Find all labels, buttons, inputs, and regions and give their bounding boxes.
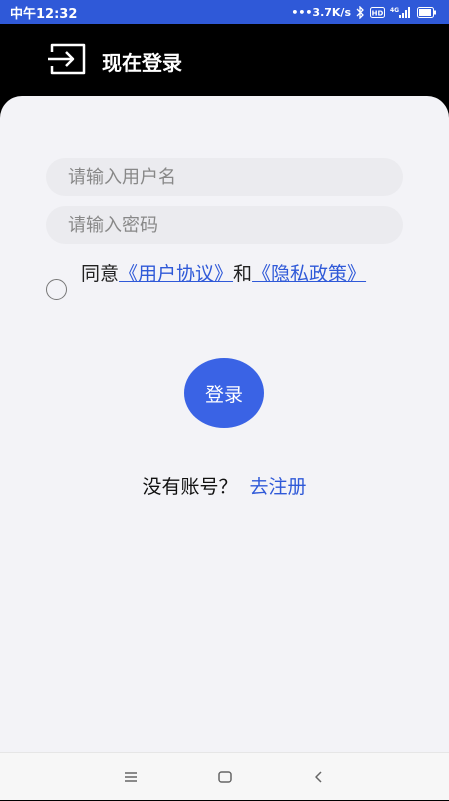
- username-input[interactable]: [46, 158, 403, 196]
- agree-prefix: 同意: [81, 263, 120, 285]
- svg-text:HD: HD: [372, 9, 384, 17]
- privacy-policy-link[interactable]: 《隐私政策》: [252, 263, 366, 285]
- register-row: 没有账号？ 去注册: [0, 472, 449, 499]
- login-button[interactable]: 登录: [184, 358, 264, 428]
- status-bar: 中午12:32 •••3.7K/s HD 4G: [0, 0, 449, 24]
- home-icon[interactable]: [201, 753, 249, 801]
- bluetooth-icon: [356, 5, 365, 19]
- register-link[interactable]: 去注册: [250, 476, 307, 498]
- hd-icon: HD: [370, 6, 385, 18]
- header: 现在登录: [0, 24, 449, 98]
- agreement-row: 同意《用户协议》和《隐私政策》: [46, 260, 406, 300]
- menu-icon[interactable]: [107, 753, 155, 801]
- password-input[interactable]: [46, 206, 403, 244]
- user-agreement-link[interactable]: 《用户协议》: [119, 263, 233, 285]
- battery-icon: [417, 6, 437, 18]
- network-speed: •••3.7K/s: [291, 5, 351, 19]
- agree-and: 和: [233, 263, 253, 285]
- back-icon[interactable]: [295, 753, 343, 801]
- register-prompt: 没有账号？: [142, 476, 238, 498]
- login-panel: 同意《用户协议》和《隐私政策》 登录 没有账号？ 去注册: [0, 96, 449, 752]
- signal-4g-icon: 4G: [390, 6, 412, 19]
- status-indicators: •••3.7K/s HD 4G: [291, 5, 437, 19]
- agreement-radio[interactable]: [46, 279, 67, 300]
- page-title: 现在登录: [102, 50, 182, 75]
- status-time: 中午12:32: [10, 6, 78, 22]
- login-arrow-icon: [46, 40, 88, 82]
- svg-text:4G: 4G: [390, 7, 399, 14]
- navigation-bar: [0, 752, 449, 800]
- agreement-text: 同意《用户协议》和《隐私政策》: [81, 260, 381, 288]
